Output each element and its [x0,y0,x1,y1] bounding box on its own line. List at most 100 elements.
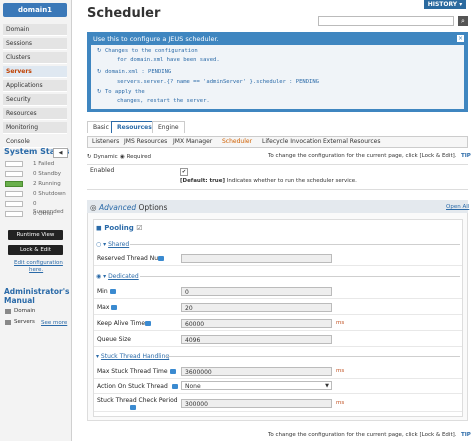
status-label: 0 Standby [33,171,61,177]
tab-external-resources[interactable]: External Resources [323,138,380,145]
max-field[interactable]: 20 [181,303,332,312]
tip-link-bottom[interactable]: TIP [461,432,471,438]
stuck-thread-label: Stuck Thread Handling [100,353,170,360]
help-icon[interactable] [130,405,136,410]
tab-listeners[interactable]: Listeners [92,138,119,145]
dedicated-label: Dedicated [108,273,139,280]
required-label: Required [126,154,152,160]
stuck-period-label: Stuck Thread Check Period [97,397,178,404]
action-stuck-select[interactable]: None ▼ [181,381,332,390]
queue-size-label: Queue Size [97,336,131,343]
enabled-row [87,164,468,190]
help-icon[interactable] [158,256,164,261]
advanced-title[interactable]: ◎ Advanced Options [90,203,167,212]
info-line: Changes to the configuration [105,48,198,54]
nav-item-security[interactable]: Security [3,94,67,106]
lock-edit-button[interactable]: Lock & Edit [8,245,63,255]
close-icon[interactable]: × [457,35,464,42]
search-input[interactable] [318,16,454,26]
lock-note: To change the configuration for the curr… [268,153,457,159]
domain-name[interactable]: domain1 [3,3,67,17]
document-icon [5,309,11,314]
see-more-link[interactable]: See more [41,320,67,326]
queue-size-field[interactable]: 4096 [181,335,332,344]
help-icon[interactable] [145,321,151,326]
manual-servers-link[interactable]: Servers [14,319,35,325]
divider [130,244,460,245]
help-icon[interactable] [172,384,178,389]
chevron-down-icon: ▼ [325,383,329,389]
status-row: 2 Running [5,180,67,188]
enabled-checkbox[interactable]: ✔ [180,168,188,176]
divider [165,356,460,357]
help-icon[interactable] [110,289,116,294]
dedicated-radio[interactable]: ◉ ▾ Dedicated [96,273,139,280]
check-icon: ☑ [136,224,143,232]
help-icon[interactable] [111,305,117,310]
enabled-default: [Default: true] Indicates whether to run… [180,178,357,184]
pooling-title: ◼ Pooling ☑ [96,224,143,232]
max-stuck-field[interactable]: 3600000 [181,367,332,376]
info-line: domain.xml : PENDING [105,69,172,75]
runtime-view-button[interactable]: Runtime View [8,230,63,240]
keep-alive-label: Keep Alive Time [97,320,146,327]
max-stuck-unit: ms [336,368,345,374]
max-label: Max [97,304,110,311]
shared-radio[interactable]: ○ ▾ Shared [96,241,129,248]
default-tag: [Default: true] [180,178,225,184]
tab-engine[interactable]: Engine [152,121,185,133]
advanced-word: Advanced [98,203,137,212]
edit-config-link-here[interactable]: here. [29,267,43,273]
tab-jms-resources[interactable]: JMS Resources [124,138,167,145]
status-label: 0 Shutdown [33,191,66,197]
nav-item-domain[interactable]: Domain [3,24,67,36]
status-bar [5,161,23,167]
keep-alive-unit: ms [336,320,345,326]
refresh-icon: ↻ [97,89,102,95]
reserved-thread-label: Reserved Thread Num [97,255,164,262]
status-label: 2 Running [33,181,61,187]
status-bar [5,201,23,207]
sidebar: domain1 Domain Sessions Clusters Servers… [0,0,72,441]
min-label: Min [97,288,108,295]
dynamic-indicator: ↻ Dynamic [87,154,118,160]
manual-domain-link[interactable]: Domain [14,308,35,314]
action-stuck-label: Action On Stuck Thread [97,383,168,390]
status-row: 0 Shutdown [5,190,67,198]
tip-link[interactable]: TIP [461,153,471,159]
nav-item-resources[interactable]: Resources [3,108,67,120]
reserved-thread-field[interactable] [181,254,332,263]
status-bar [5,211,23,217]
document-icon [5,320,11,325]
nav-item-monitoring[interactable]: Monitoring [3,122,67,134]
divider [140,276,460,277]
nav-item-sessions[interactable]: Sessions [3,38,67,50]
open-all-link[interactable]: Open All [446,204,469,210]
max-stuck-label: Max Stuck Thread Time [97,368,168,375]
stuck-period-field[interactable]: 300000 [181,399,332,408]
edit-config-link[interactable]: Edit configuration [14,260,63,266]
tab-jmx-manager[interactable]: JMX Manager [173,138,212,145]
help-icon[interactable] [170,369,176,374]
history-button[interactable]: HISTORY ▾ [424,0,466,9]
search-icon[interactable]: ⌕ [458,16,468,26]
status-row: 0 Other [5,210,67,218]
nav-item-servers[interactable]: Servers [3,66,67,78]
status-toggle-button[interactable]: ◀ [53,148,68,158]
lock-note-bottom: To change the configuration for the curr… [268,432,457,438]
tab-resources[interactable]: Resources [111,121,158,133]
nav-item-applications[interactable]: Applications [3,80,67,92]
tab-scheduler[interactable]: Scheduler [222,138,252,145]
info-line: changes, restart the server. [117,98,210,104]
keep-alive-field[interactable]: 60000 [181,319,332,328]
action-stuck-value: None [185,383,201,390]
options-word: Options [138,203,168,212]
min-field[interactable]: 0 [181,287,332,296]
status-bar [5,181,23,187]
nav-item-clusters[interactable]: Clusters [3,52,67,64]
stuck-thread-toggle[interactable]: ▾ Stuck Thread Handling [96,353,169,360]
info-panel: Use this to configure a JEUS scheduler. … [87,32,468,112]
admin-manual-line1: Administrator's [4,287,70,296]
admin-manual-title: Administrator's Manual [4,287,69,305]
tab-lifecycle-invocation[interactable]: Lifecycle Invocation [262,138,322,145]
